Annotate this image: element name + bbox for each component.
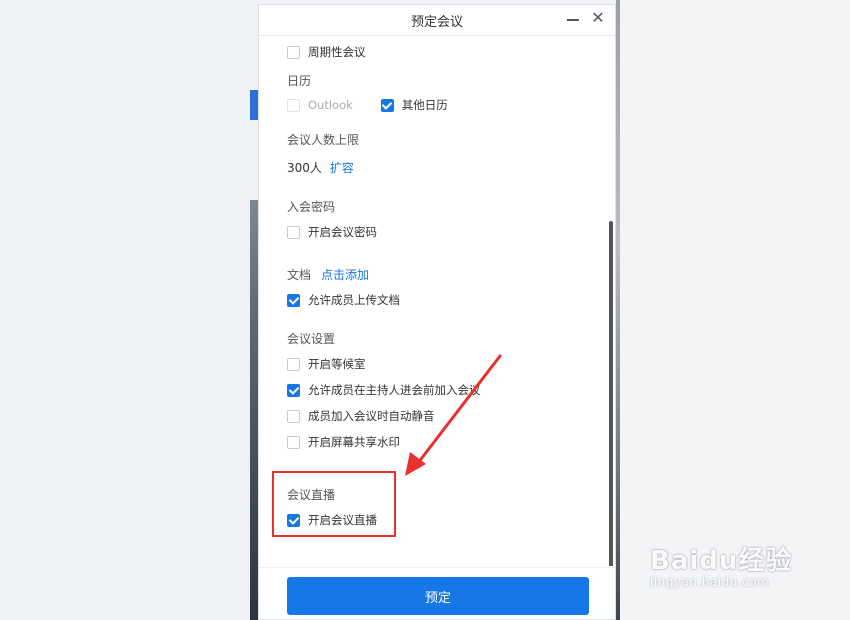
- watermark-sub-text: jingyan.baidu.com: [650, 575, 770, 589]
- watermark-main-text: Baidu经验: [650, 546, 793, 576]
- baidu-jingyan-watermark: Baidu经验 jingyan.baidu.com: [650, 540, 820, 610]
- annotation-arrow: [405, 354, 502, 476]
